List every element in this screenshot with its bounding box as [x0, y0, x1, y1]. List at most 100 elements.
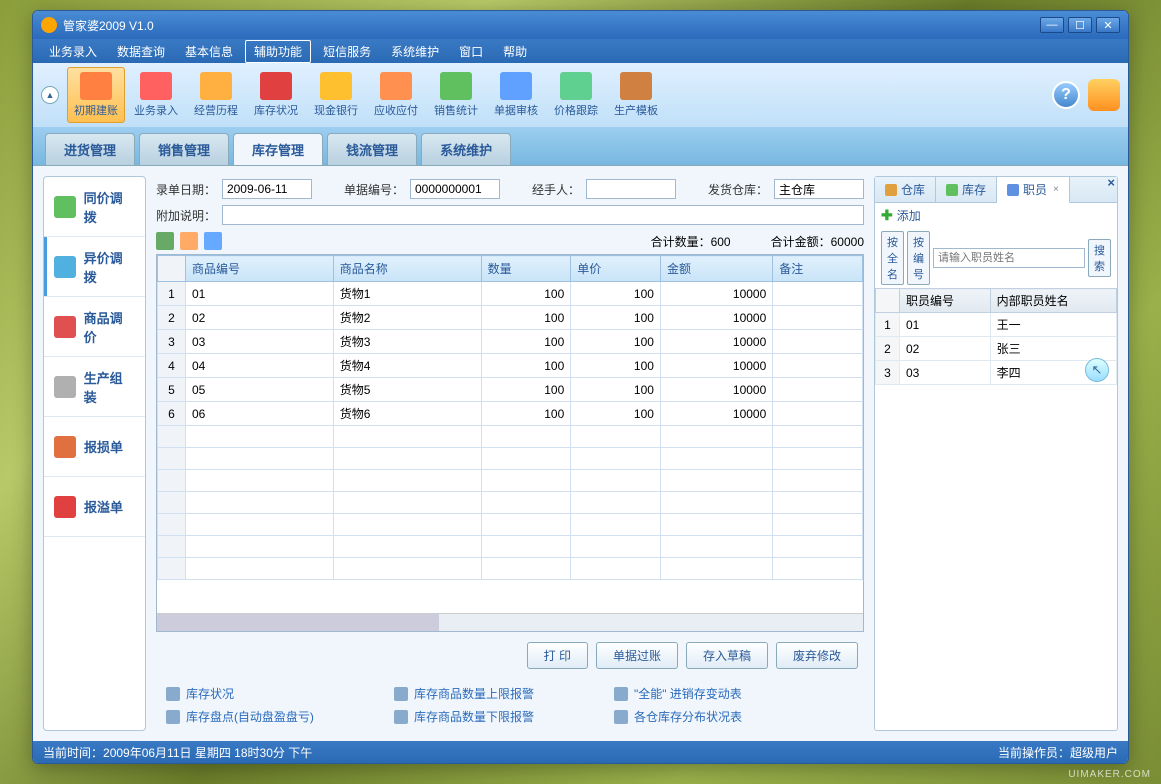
maximize-button[interactable]: ☐: [1068, 17, 1092, 33]
quick-link-1-0[interactable]: 库存商品数量上限报警: [394, 685, 534, 702]
sidebar-icon-0: [54, 196, 76, 218]
table-row-empty[interactable]: [157, 514, 862, 536]
sidebar-item-3[interactable]: 生产组装: [44, 357, 145, 417]
tool-button-2[interactable]: 经营历程: [187, 67, 245, 123]
staff-row[interactable]: 101王一: [876, 313, 1117, 337]
horizontal-scrollbar[interactable]: [157, 613, 863, 631]
menu-item-0[interactable]: 业务录入: [41, 41, 105, 62]
post-button[interactable]: 单据过账: [596, 642, 678, 669]
tool-button-6[interactable]: 销售统计: [427, 67, 485, 123]
main-tab-1[interactable]: 销售管理: [139, 133, 229, 165]
close-button[interactable]: ✕: [1096, 17, 1120, 33]
grid-header-6[interactable]: 备注: [773, 256, 863, 282]
status-time-value: 2009年06月11日 星期四 18时30分 下午: [103, 746, 312, 760]
quick-link-2-0[interactable]: "全能" 进销存变动表: [614, 685, 742, 702]
quick-link-0-1[interactable]: 库存盘点(自动盘盈盘亏): [166, 708, 314, 725]
table-row[interactable]: 606货物610010010000: [157, 402, 862, 426]
tool-button-7[interactable]: 单据审核: [487, 67, 545, 123]
sidebar-item-5[interactable]: 报溢单: [44, 477, 145, 537]
grid-header-1[interactable]: 商品编号: [185, 256, 333, 282]
sidebar-item-1[interactable]: 异价调拨: [44, 237, 145, 297]
grid-header-4[interactable]: 单价: [571, 256, 661, 282]
minimize-button[interactable]: —: [1040, 17, 1064, 33]
main-tab-2[interactable]: 库存管理: [233, 133, 323, 165]
filter-by-code-button[interactable]: 按编号: [907, 231, 930, 285]
tool-icon-9: [620, 72, 652, 100]
menu-item-4[interactable]: 短信服务: [315, 41, 379, 62]
grid-header-5[interactable]: 金额: [660, 256, 772, 282]
table-row-empty[interactable]: [157, 536, 862, 558]
tool-button-8[interactable]: 价格跟踪: [547, 67, 605, 123]
tool-button-3[interactable]: 库存状况: [247, 67, 305, 123]
docno-input[interactable]: [410, 179, 500, 199]
table-row[interactable]: 101货物110010010000: [157, 282, 862, 306]
tool-button-9[interactable]: 生产模板: [607, 67, 665, 123]
discard-button[interactable]: 废弃修改: [776, 642, 858, 669]
staff-row[interactable]: 303李四: [876, 361, 1117, 385]
tool-button-4[interactable]: 现金银行: [307, 67, 365, 123]
titlebar[interactable]: 管家婆2009 V1.0 — ☐ ✕: [33, 11, 1128, 39]
tool-icon-6: [440, 72, 472, 100]
quick-link-2-1[interactable]: 各仓库存分布状况表: [614, 708, 742, 725]
sidebar-item-2[interactable]: 商品调价: [44, 297, 145, 357]
table-row-empty[interactable]: [157, 558, 862, 580]
grid-tool-1-icon[interactable]: [156, 232, 174, 250]
quick-link-0-0[interactable]: 库存状况: [166, 685, 314, 702]
table-row-empty[interactable]: [157, 492, 862, 514]
help-icon[interactable]: ?: [1052, 81, 1080, 109]
menu-item-3[interactable]: 辅助功能: [245, 40, 311, 63]
table-row[interactable]: 404货物410010010000: [157, 354, 862, 378]
main-tab-3[interactable]: 钱流管理: [327, 133, 417, 165]
rgrid-header-0[interactable]: [876, 289, 900, 313]
collapse-toolbar-button[interactable]: ▲: [41, 86, 59, 104]
table-row-empty[interactable]: [157, 470, 862, 492]
right-tab-2[interactable]: 职员×: [997, 177, 1070, 203]
add-icon[interactable]: ✚: [881, 207, 893, 224]
grid-header-3[interactable]: 数量: [481, 256, 571, 282]
tool-button-1[interactable]: 业务录入: [127, 67, 185, 123]
menubar: 业务录入数据查询基本信息辅助功能短信服务系统维护窗口帮助: [33, 39, 1128, 63]
sidebar-item-4[interactable]: 报损单: [44, 417, 145, 477]
staff-name-search-input[interactable]: [933, 248, 1085, 268]
tool-button-0[interactable]: 初期建账: [67, 67, 125, 123]
filter-by-fullname-button[interactable]: 按全名: [881, 231, 904, 285]
main-tab-0[interactable]: 进货管理: [45, 133, 135, 165]
grid-header-0[interactable]: [157, 256, 185, 282]
table-row-empty[interactable]: [157, 426, 862, 448]
grid-header-2[interactable]: 商品名称: [333, 256, 481, 282]
note-input[interactable]: [222, 205, 864, 225]
scroll-up-icon[interactable]: ↖: [1085, 358, 1109, 382]
menu-item-2[interactable]: 基本信息: [177, 41, 241, 62]
search-button[interactable]: 搜索: [1088, 239, 1111, 277]
menu-item-6[interactable]: 窗口: [451, 41, 491, 62]
grid-tool-3-icon[interactable]: [204, 232, 222, 250]
staff-row[interactable]: 202张三: [876, 337, 1117, 361]
quick-link-1-1[interactable]: 库存商品数量下限报警: [394, 708, 534, 725]
docno-label: 单据编号：: [344, 181, 404, 198]
table-row[interactable]: 202货物210010010000: [157, 306, 862, 330]
table-row[interactable]: 303货物310010010000: [157, 330, 862, 354]
rgrid-header-2[interactable]: 内部职员姓名: [990, 289, 1116, 313]
sidebar-item-0[interactable]: 同价调拨: [44, 177, 145, 237]
main-tab-4[interactable]: 系统维护: [421, 133, 511, 165]
handler-input[interactable]: [586, 179, 676, 199]
toolbar: 初期建账业务录入经营历程库存状况现金银行应收应付销售统计单据审核价格跟踪生产模板: [67, 67, 665, 123]
warehouse-input[interactable]: [774, 179, 864, 199]
warehouse-label: 发货仓库：: [708, 181, 768, 198]
add-label[interactable]: 添加: [897, 207, 921, 224]
close-icon[interactable]: ×: [1053, 184, 1059, 195]
right-tab-1[interactable]: 库存: [936, 177, 997, 202]
close-panel-icon[interactable]: ×: [1107, 175, 1115, 190]
table-row-empty[interactable]: [157, 448, 862, 470]
tool-button-5[interactable]: 应收应付: [367, 67, 425, 123]
rgrid-header-1[interactable]: 职员编号: [900, 289, 991, 313]
print-button[interactable]: 打 印: [527, 642, 588, 669]
menu-item-7[interactable]: 帮助: [495, 41, 535, 62]
right-tab-0[interactable]: 仓库: [875, 177, 936, 202]
menu-item-5[interactable]: 系统维护: [383, 41, 447, 62]
date-input[interactable]: [222, 179, 312, 199]
table-row[interactable]: 505货物510010010000: [157, 378, 862, 402]
grid-tool-2-icon[interactable]: [180, 232, 198, 250]
menu-item-1[interactable]: 数据查询: [109, 41, 173, 62]
save-draft-button[interactable]: 存入草稿: [686, 642, 768, 669]
